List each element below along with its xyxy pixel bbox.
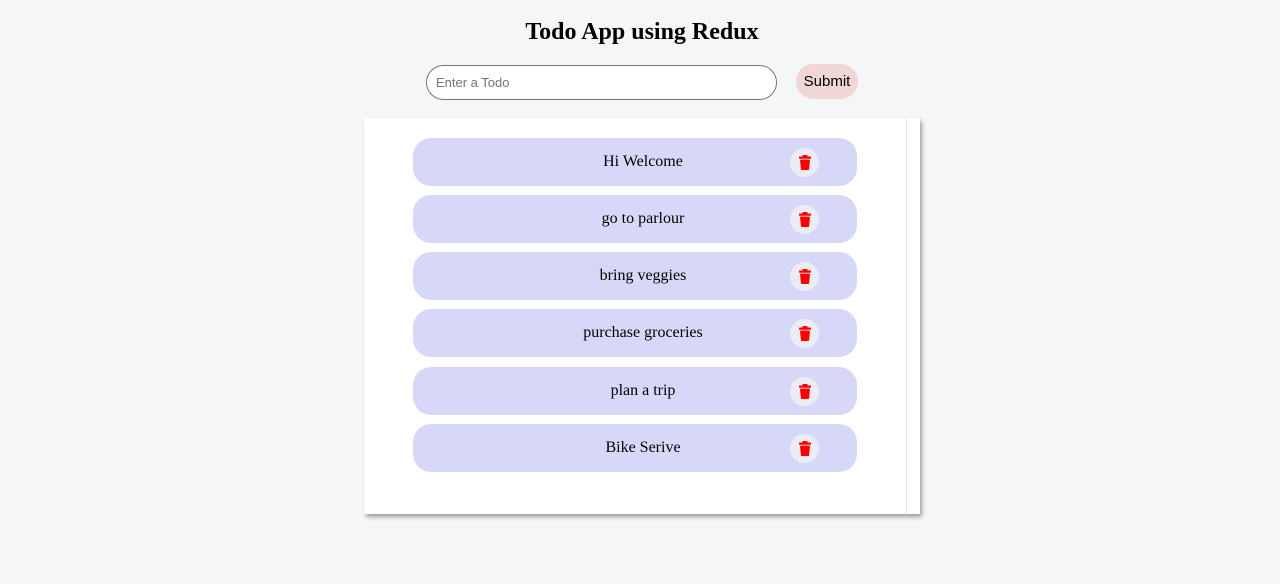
page-title: Todo App using Redux [525,19,759,45]
delete-button[interactable] [790,434,819,463]
submit-button[interactable]: Submit [796,64,858,99]
todo-item: Hi Welcome [413,138,857,186]
delete-button[interactable] [790,262,819,291]
todo-item: go to parlour [413,195,857,243]
delete-button[interactable] [790,377,819,406]
todo-text: Hi Welcome [603,153,683,170]
scrollbar[interactable] [906,118,920,514]
trash-icon [798,269,811,284]
trash-icon [798,155,811,170]
trash-icon [798,326,811,341]
todo-list-panel: Hi Welcome go to parlour bring veggies p… [364,118,920,514]
delete-button[interactable] [790,319,819,348]
todo-text: go to parlour [601,210,685,227]
todo-item: bring veggies [413,252,857,300]
delete-button[interactable] [790,148,819,177]
todo-item: plan a trip [413,367,857,415]
todo-text: plan a trip [610,382,676,399]
trash-icon [798,212,811,227]
todo-item: Bike Serive [413,424,857,472]
todo-text: bring veggies [599,267,687,284]
todo-item: purchase groceries [413,309,857,357]
todo-text: Bike Serive [605,439,681,456]
delete-button[interactable] [790,205,819,234]
todo-input[interactable] [426,65,777,100]
trash-icon [798,384,811,399]
todo-text: purchase groceries [583,324,703,341]
trash-icon [798,441,811,456]
